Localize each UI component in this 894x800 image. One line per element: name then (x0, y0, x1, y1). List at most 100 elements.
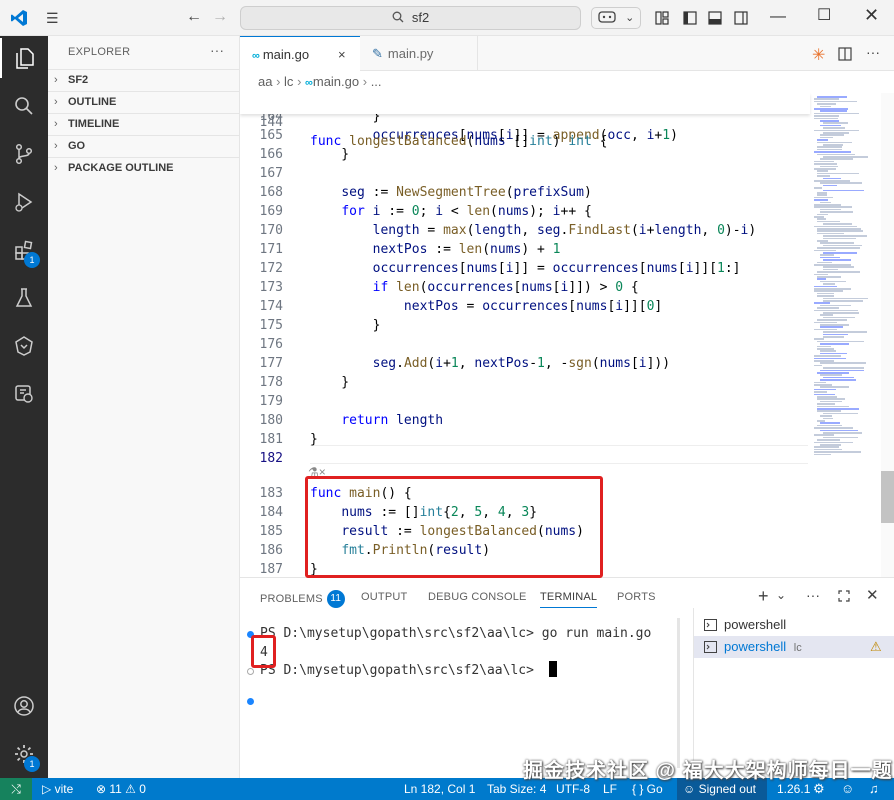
minimap-line (817, 148, 842, 151)
close-window-icon[interactable]: ✕ (864, 6, 879, 24)
section-package-outline[interactable]: › PACKAGE OUTLINE (48, 157, 240, 179)
search-icon (392, 11, 404, 23)
account-icon[interactable] (0, 686, 48, 726)
command-center-search[interactable]: sf2 (240, 6, 581, 30)
section-go[interactable]: › GO (48, 135, 240, 157)
minimap-line (823, 132, 849, 134)
sticky-scroll-header[interactable]: 144 func longestBalanced(nums []int) int… (240, 93, 810, 149)
editor-scroll-thumb[interactable] (881, 471, 894, 523)
code-line: 180 return length (240, 411, 810, 430)
line-number: 183 (259, 486, 283, 501)
breadcrumb-item[interactable]: ... (371, 74, 382, 89)
section-outline[interactable]: › OUTLINE (48, 91, 240, 113)
minimap-line (820, 201, 831, 204)
minimap-line (817, 194, 827, 196)
source-control-icon[interactable] (0, 134, 48, 174)
minimap-line (817, 276, 841, 278)
panel-more-icon[interactable]: ··· (806, 587, 820, 603)
python-file-icon: ✎ (372, 46, 383, 61)
minimap-line (817, 405, 849, 408)
minimap-line (817, 240, 828, 242)
tab-main-go[interactable]: ∞ main.go × (240, 36, 360, 71)
minimap-line (814, 355, 841, 357)
copilot-sparkle-icon[interactable]: ✳ (812, 45, 825, 65)
chevron-right-icon: › (54, 140, 58, 152)
toggle-sidebar-icon[interactable] (683, 11, 697, 25)
copilot-icon: ☺ (683, 782, 699, 796)
back-icon[interactable]: ← (186, 9, 202, 25)
tab-problems[interactable]: PROBLEMS 11 (260, 590, 345, 608)
maximize-panel-icon[interactable] (838, 590, 850, 602)
breadcrumb-item[interactable]: main.go (313, 74, 359, 89)
activity-bar: 1 1 (0, 36, 48, 778)
extensions-icon[interactable]: 1 (0, 230, 48, 270)
code-line: 177 seg.Add(i+1, nextPos-1, -sgn(nums[i]… (240, 354, 810, 373)
editor-more-icon[interactable]: ··· (866, 44, 880, 60)
terminal-item-powershell-lc[interactable]: powershell lc ⚠ (694, 636, 894, 658)
explorer-icon[interactable] (0, 38, 48, 78)
settings-gear-icon[interactable]: 1 (0, 734, 48, 774)
close-tab-icon[interactable]: × (338, 37, 346, 72)
code-text: seg.Add(i+1, nextPos-1, -sgn(nums[i])) (372, 356, 671, 371)
minimap-line (817, 139, 828, 141)
tab-ports[interactable]: PORTS (617, 591, 656, 603)
testing-icon[interactable] (0, 278, 48, 318)
section-timeline[interactable]: › TIMELINE (48, 113, 240, 135)
menu-icon[interactable]: ☰ (46, 10, 59, 26)
customize-layout-icon[interactable] (655, 11, 669, 25)
minimap-line (820, 165, 838, 168)
terminal-prompt[interactable]: PS D:\mysetup\gopath\src\sf2\aa\lc> (260, 662, 542, 680)
minimap-line (820, 136, 833, 139)
problems-status[interactable]: ⊗ 11 ⚠ 0 (96, 778, 146, 800)
section-sf2[interactable]: › SF2 (48, 69, 240, 91)
minimap-line (820, 352, 847, 355)
remote-explorer-icon[interactable] (0, 374, 48, 414)
minimize-icon[interactable]: — (770, 8, 786, 26)
maximize-icon[interactable]: ☐ (817, 7, 831, 25)
terminal-item-powershell[interactable]: powershell (694, 614, 894, 636)
vite-status[interactable]: ▷ vite (42, 778, 73, 800)
problems-count-badge: 11 (326, 590, 345, 608)
search-icon[interactable] (0, 86, 48, 126)
tab-debug-console[interactable]: DEBUG CONSOLE (428, 591, 527, 603)
minimap-line (814, 117, 838, 120)
tab-output[interactable]: OUTPUT (361, 591, 407, 603)
remote-indicator-icon[interactable]: ⤭ (0, 778, 32, 800)
copilot-chat-icon[interactable] (0, 326, 48, 366)
code-line: 181} (240, 430, 810, 449)
new-terminal-icon[interactable]: + (758, 586, 769, 607)
copilot-button[interactable]: ⌄ (591, 7, 641, 29)
toggle-secondary-sidebar-icon[interactable] (734, 11, 748, 25)
code-text: nextPos = occurrences[nums[i]][0] (403, 299, 663, 314)
minimap-line (814, 264, 851, 266)
tab-main-py[interactable]: ✎ main.py (360, 36, 478, 71)
minimap-line (820, 350, 836, 352)
line-number: 169 (259, 204, 283, 219)
breadcrumb-item[interactable]: aa (258, 74, 272, 89)
minimap-line (814, 302, 830, 304)
terminal-list: powershell powershell lc ⚠ (693, 608, 894, 778)
line-number: 180 (259, 413, 283, 428)
chevron-right-icon: › (54, 118, 58, 130)
minimap-line (823, 184, 837, 187)
toggle-panel-icon[interactable] (708, 11, 722, 25)
terminal-scrollbar[interactable] (677, 618, 680, 768)
minimap-line (820, 362, 866, 364)
sidebar-more-icon[interactable]: ··· (210, 42, 224, 58)
close-panel-icon[interactable]: ✕ (866, 586, 879, 604)
forward-icon[interactable]: → (212, 9, 228, 25)
split-editor-icon[interactable] (838, 47, 852, 61)
tab-terminal[interactable]: TERMINAL (540, 591, 598, 608)
code-line: 179 (240, 392, 810, 411)
minimap-line (814, 163, 837, 165)
code-text: nextPos := len(nums) + 1 (372, 242, 561, 257)
breadcrumb-item[interactable]: lc (284, 74, 293, 89)
terminal-item-label: powershell (724, 639, 787, 654)
minimap-line (814, 225, 857, 228)
code-text: } (310, 375, 350, 390)
minimap[interactable] (810, 93, 880, 577)
cursor-position[interactable]: Ln 182, Col 1 (404, 778, 475, 800)
chevron-down-icon[interactable]: ⌄ (776, 588, 786, 602)
run-debug-icon[interactable] (0, 182, 48, 222)
play-icon: ▷ (42, 782, 55, 796)
